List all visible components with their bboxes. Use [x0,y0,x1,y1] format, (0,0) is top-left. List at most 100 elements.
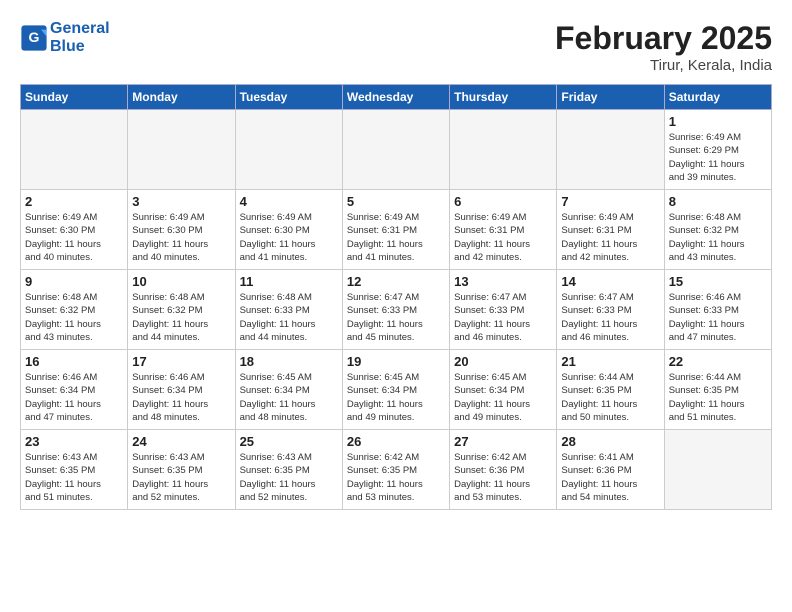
day-number: 17 [132,354,230,369]
day-number: 14 [561,274,659,289]
calendar-day-cell: 6 Sunrise: 6:49 AM Sunset: 6:31 PM Daylig… [450,190,557,270]
day-number: 18 [240,354,338,369]
day-info: Sunrise: 6:46 AM Sunset: 6:33 PM Dayligh… [669,291,767,344]
day-info: Sunrise: 6:49 AM Sunset: 6:29 PM Dayligh… [669,131,767,184]
calendar-day-cell: 19 Sunrise: 6:45 AM Sunset: 6:34 PM Dayli… [342,350,449,430]
calendar-day-cell: 21 Sunrise: 6:44 AM Sunset: 6:35 PM Dayli… [557,350,664,430]
day-info: Sunrise: 6:43 AM Sunset: 6:35 PM Dayligh… [132,451,230,504]
calendar-day-cell: 9 Sunrise: 6:48 AM Sunset: 6:32 PM Daylig… [21,270,128,350]
day-info: Sunrise: 6:49 AM Sunset: 6:30 PM Dayligh… [132,211,230,264]
logo-line1: General [50,20,110,38]
month-title: February 2025 [555,20,772,57]
calendar-day-cell: 8 Sunrise: 6:48 AM Sunset: 6:32 PM Daylig… [664,190,771,270]
title-block: February 2025 Tirur, Kerala, India [555,20,772,74]
day-number: 6 [454,194,552,209]
day-info: Sunrise: 6:45 AM Sunset: 6:34 PM Dayligh… [240,371,338,424]
day-number: 11 [240,274,338,289]
day-number: 1 [669,114,767,129]
calendar-day-cell: 5 Sunrise: 6:49 AM Sunset: 6:31 PM Daylig… [342,190,449,270]
day-info: Sunrise: 6:49 AM Sunset: 6:30 PM Dayligh… [240,211,338,264]
day-number: 13 [454,274,552,289]
weekday-header: Sunday [21,85,128,110]
location-title: Tirur, Kerala, India [555,57,772,74]
weekday-header: Thursday [450,85,557,110]
calendar-week-row: 2Sunrise: 6:49 AM Sunset: 6:30 PM Daylig… [21,190,772,270]
calendar-day-cell: 12 Sunrise: 6:47 AM Sunset: 6:33 PM Dayli… [342,270,449,350]
calendar-day-cell [342,110,449,190]
day-number: 26 [347,434,445,449]
weekday-header: Monday [128,85,235,110]
day-number: 19 [347,354,445,369]
calendar-day-cell: 24 Sunrise: 6:43 AM Sunset: 6:35 PM Dayli… [128,430,235,510]
day-info: Sunrise: 6:49 AM Sunset: 6:31 PM Dayligh… [454,211,552,264]
calendar-day-cell: 25 Sunrise: 6:43 AM Sunset: 6:35 PM Dayli… [235,430,342,510]
day-number: 8 [669,194,767,209]
calendar-day-cell: 16 Sunrise: 6:46 AM Sunset: 6:34 PM Dayli… [21,350,128,430]
day-info: Sunrise: 6:41 AM Sunset: 6:36 PM Dayligh… [561,451,659,504]
day-number: 22 [669,354,767,369]
day-info: Sunrise: 6:48 AM Sunset: 6:33 PM Dayligh… [240,291,338,344]
calendar-day-cell [21,110,128,190]
day-info: Sunrise: 6:49 AM Sunset: 6:31 PM Dayligh… [347,211,445,264]
logo-line2: Blue [50,38,110,56]
day-info: Sunrise: 6:45 AM Sunset: 6:34 PM Dayligh… [347,371,445,424]
day-info: Sunrise: 6:47 AM Sunset: 6:33 PM Dayligh… [561,291,659,344]
calendar-day-cell [664,430,771,510]
day-number: 21 [561,354,659,369]
day-info: Sunrise: 6:47 AM Sunset: 6:33 PM Dayligh… [347,291,445,344]
day-info: Sunrise: 6:46 AM Sunset: 6:34 PM Dayligh… [25,371,123,424]
day-info: Sunrise: 6:43 AM Sunset: 6:35 PM Dayligh… [240,451,338,504]
calendar-day-cell [235,110,342,190]
calendar-day-cell: 1 Sunrise: 6:49 AM Sunset: 6:29 PM Daylig… [664,110,771,190]
day-info: Sunrise: 6:47 AM Sunset: 6:33 PM Dayligh… [454,291,552,344]
weekday-header: Tuesday [235,85,342,110]
calendar-day-cell: 3Sunrise: 6:49 AM Sunset: 6:30 PM Daylig… [128,190,235,270]
day-info: Sunrise: 6:43 AM Sunset: 6:35 PM Dayligh… [25,451,123,504]
calendar-week-row: 23 Sunrise: 6:43 AM Sunset: 6:35 PM Dayli… [21,430,772,510]
calendar-week-row: 1 Sunrise: 6:49 AM Sunset: 6:29 PM Daylig… [21,110,772,190]
calendar-week-row: 16 Sunrise: 6:46 AM Sunset: 6:34 PM Dayli… [21,350,772,430]
day-number: 23 [25,434,123,449]
weekday-header: Saturday [664,85,771,110]
day-info: Sunrise: 6:48 AM Sunset: 6:32 PM Dayligh… [669,211,767,264]
weekday-header: Wednesday [342,85,449,110]
calendar-day-cell: 4 Sunrise: 6:49 AM Sunset: 6:30 PM Daylig… [235,190,342,270]
day-info: Sunrise: 6:42 AM Sunset: 6:35 PM Dayligh… [347,451,445,504]
day-number: 25 [240,434,338,449]
calendar-day-cell: 14 Sunrise: 6:47 AM Sunset: 6:33 PM Dayli… [557,270,664,350]
day-info: Sunrise: 6:44 AM Sunset: 6:35 PM Dayligh… [561,371,659,424]
svg-text:G: G [29,29,40,45]
calendar-week-row: 9 Sunrise: 6:48 AM Sunset: 6:32 PM Daylig… [21,270,772,350]
weekday-header: Friday [557,85,664,110]
day-number: 9 [25,274,123,289]
calendar-day-cell: 18 Sunrise: 6:45 AM Sunset: 6:34 PM Dayli… [235,350,342,430]
day-number: 10 [132,274,230,289]
day-info: Sunrise: 6:48 AM Sunset: 6:32 PM Dayligh… [25,291,123,344]
day-info: Sunrise: 6:48 AM Sunset: 6:32 PM Dayligh… [132,291,230,344]
calendar-day-cell: 17Sunrise: 6:46 AM Sunset: 6:34 PM Dayli… [128,350,235,430]
calendar-day-cell: 27Sunrise: 6:42 AM Sunset: 6:36 PM Dayli… [450,430,557,510]
day-number: 12 [347,274,445,289]
calendar-day-cell: 28Sunrise: 6:41 AM Sunset: 6:36 PM Dayli… [557,430,664,510]
day-number: 16 [25,354,123,369]
day-number: 20 [454,354,552,369]
page-header: G General Blue February 2025 Tirur, Kera… [20,20,772,74]
day-info: Sunrise: 6:49 AM Sunset: 6:30 PM Dayligh… [25,211,123,264]
calendar-day-cell: 20 Sunrise: 6:45 AM Sunset: 6:34 PM Dayli… [450,350,557,430]
day-number: 27 [454,434,552,449]
day-info: Sunrise: 6:49 AM Sunset: 6:31 PM Dayligh… [561,211,659,264]
weekday-header-row: SundayMondayTuesdayWednesdayThursdayFrid… [21,85,772,110]
calendar-day-cell: 11 Sunrise: 6:48 AM Sunset: 6:33 PM Dayli… [235,270,342,350]
day-number: 15 [669,274,767,289]
calendar-day-cell: 10 Sunrise: 6:48 AM Sunset: 6:32 PM Dayli… [128,270,235,350]
day-number: 7 [561,194,659,209]
calendar-day-cell: 22Sunrise: 6:44 AM Sunset: 6:35 PM Dayli… [664,350,771,430]
day-number: 5 [347,194,445,209]
logo-icon: G [20,24,48,52]
calendar-day-cell: 2Sunrise: 6:49 AM Sunset: 6:30 PM Daylig… [21,190,128,270]
calendar-day-cell [450,110,557,190]
calendar-table: SundayMondayTuesdayWednesdayThursdayFrid… [20,84,772,510]
day-number: 24 [132,434,230,449]
day-number: 4 [240,194,338,209]
day-info: Sunrise: 6:45 AM Sunset: 6:34 PM Dayligh… [454,371,552,424]
